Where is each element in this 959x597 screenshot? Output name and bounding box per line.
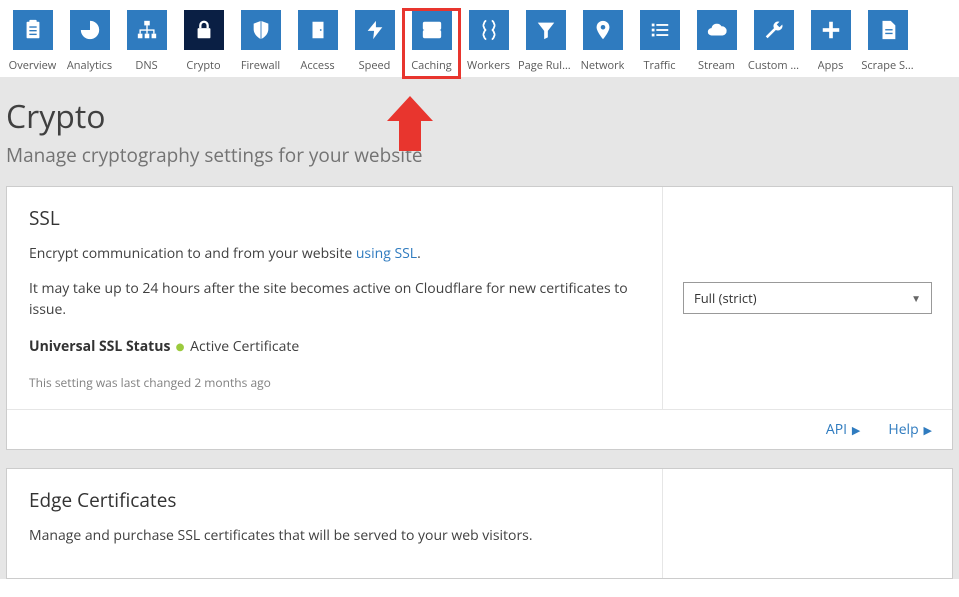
ssl-mode-select[interactable]: Full (strict) ▼ <box>683 282 932 314</box>
plus-icon <box>811 10 851 50</box>
page-subtitle: Manage cryptography settings for your we… <box>6 142 953 168</box>
nav-tab-label: Traffic <box>643 58 675 73</box>
nav-tab-label: Analytics <box>67 58 112 73</box>
cloud-icon <box>697 10 737 50</box>
shield-icon <box>241 10 281 50</box>
api-link-label: API <box>826 420 847 439</box>
clipboard-icon <box>13 10 53 50</box>
nav-tab-page-rules[interactable]: Page Rules <box>518 10 573 77</box>
funnel-icon <box>526 10 566 50</box>
nav-tabs: Overview Analytics DNS Crypto Firewall Access… <box>0 0 959 77</box>
edge-card-intro: Manage and purchase SSL certificates tha… <box>29 525 640 546</box>
filetext-icon <box>868 10 908 50</box>
nav-tab-label: Speed <box>359 58 391 73</box>
pin-icon <box>583 10 623 50</box>
ssl-card-title: SSL <box>29 205 640 231</box>
api-link[interactable]: API ▶ <box>826 420 861 439</box>
nav-tab-label: Crypto <box>186 58 220 73</box>
page-title: Crypto <box>6 95 953 138</box>
nav-tab-label: Overview <box>9 58 57 73</box>
ssl-intro-text: Encrypt communication to and from your w… <box>29 244 356 263</box>
edge-card-title: Edge Certificates <box>29 487 640 513</box>
chevron-right-icon: ▶ <box>849 423 860 438</box>
nav-tab-access[interactable]: Access <box>290 10 345 77</box>
nav-tab-overview[interactable]: Overview <box>5 10 60 77</box>
bolt-icon <box>355 10 395 50</box>
lock-icon <box>184 10 224 50</box>
nav-tab-caching[interactable]: Caching <box>404 10 459 77</box>
chevron-down-icon: ▼ <box>911 291 921 305</box>
ssl-period: . <box>417 244 421 263</box>
ssl-status-row: Universal SSL Status ● Active Certificat… <box>29 334 640 356</box>
nav-tab-dns[interactable]: DNS <box>119 10 174 77</box>
chevron-right-icon: ▶ <box>921 423 932 438</box>
braces-icon <box>469 10 509 50</box>
ssl-status-label: Universal SSL Status <box>29 337 170 356</box>
nav-tab-label: DNS <box>135 58 157 73</box>
nav-tab-network[interactable]: Network <box>575 10 630 77</box>
edge-certificates-card: Edge Certificates Manage and purchase SS… <box>6 468 953 579</box>
ssl-card-intro: Encrypt communication to and from your w… <box>29 243 640 264</box>
door-icon <box>298 10 338 50</box>
help-link-label: Help <box>888 420 918 439</box>
pie-icon <box>70 10 110 50</box>
ssl-meta: This setting was last changed 2 months a… <box>29 374 640 391</box>
nav-tab-crypto[interactable]: Crypto <box>176 10 231 77</box>
content-area: Crypto Manage cryptography settings for … <box>0 77 959 579</box>
ssl-link[interactable]: using SSL <box>356 244 417 263</box>
ssl-status-value: Active Certificate <box>190 337 299 356</box>
nav-tab-label: Workers <box>467 58 510 73</box>
nav-tab-label: Custom ... <box>748 58 799 73</box>
arrow-indicator-icon <box>387 96 433 151</box>
status-dot-icon: ● <box>175 335 191 359</box>
nav-tab-label: Access <box>300 58 334 73</box>
nav-tab-traffic[interactable]: Traffic <box>632 10 687 77</box>
nav-tab-label: Apps <box>818 58 844 73</box>
help-link[interactable]: Help ▶ <box>888 420 932 439</box>
nav-tab-label: Network <box>581 58 625 73</box>
nav-tab-label: Page Rules <box>518 58 573 73</box>
ssl-note: It may take up to 24 hours after the sit… <box>29 278 640 320</box>
ssl-card: SSL Encrypt communication to and from yo… <box>6 186 953 450</box>
wrench-icon <box>754 10 794 50</box>
nav-tab-label: Scrape S... <box>861 58 913 73</box>
nav-tab-scrape-s-[interactable]: Scrape S... <box>860 10 915 77</box>
nav-tab-firewall[interactable]: Firewall <box>233 10 288 77</box>
nav-tab-workers[interactable]: Workers <box>461 10 516 77</box>
nav-tab-label: Stream <box>698 58 735 73</box>
nav-tab-analytics[interactable]: Analytics <box>62 10 117 77</box>
nav-tab-speed[interactable]: Speed <box>347 10 402 77</box>
drive-icon <box>412 10 452 50</box>
list-icon <box>640 10 680 50</box>
ssl-mode-value: Full (strict) <box>694 289 757 307</box>
ssl-card-footer: API ▶ Help ▶ <box>7 409 952 449</box>
sitemap-icon <box>127 10 167 50</box>
nav-tab-label: Caching <box>411 58 452 73</box>
nav-tab-stream[interactable]: Stream <box>689 10 744 77</box>
nav-tab-apps[interactable]: Apps <box>803 10 858 77</box>
nav-tab-custom-[interactable]: Custom ... <box>746 10 801 77</box>
nav-tab-label: Firewall <box>241 58 280 73</box>
